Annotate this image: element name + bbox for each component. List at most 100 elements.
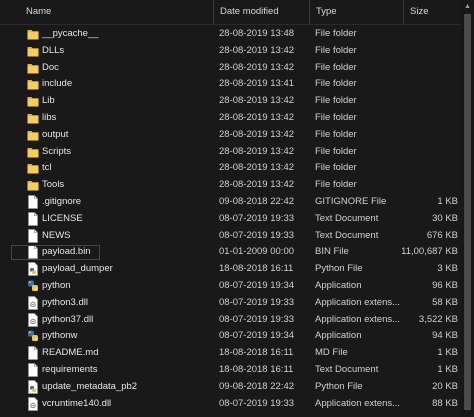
file-row[interactable]: README.md 18-08-2018 16:11 MD File 1 KB: [0, 345, 460, 361]
file-row[interactable]: output 28-08-2019 13:42 File folder: [0, 127, 460, 143]
file-name: Scripts: [42, 145, 72, 157]
file-size: 1 KB: [437, 196, 458, 207]
file-row[interactable]: update_metadata_pb2 09-08-2018 22:42 Pytho…: [0, 379, 460, 395]
scroll-up-arrow-icon[interactable]: ▲: [461, 2, 474, 12]
file-date-modified: 28-08-2019 13:42: [219, 179, 295, 191]
python-app-icon: [27, 329, 39, 343]
file-name: __pycache__: [42, 28, 99, 39]
file-date-modified: 28-08-2019 13:42: [219, 128, 295, 140]
file-name: Lib: [42, 95, 55, 107]
file-name: pythonw: [42, 330, 78, 342]
file-size: 3 KB: [437, 263, 458, 275]
file-type: File folder: [315, 95, 357, 107]
file-row[interactable]: pythonw 08-07-2019 19:34 Application 94 KB: [0, 328, 460, 344]
file-date-modified: 08-07-2019 19:34: [219, 330, 295, 342]
file-name: vcruntime140.dll: [42, 397, 112, 409]
file-name: Doc: [42, 61, 59, 73]
file-row[interactable]: requirements 18-08-2018 16:11 Text Documen…: [0, 362, 460, 378]
column-header-size[interactable]: Size: [404, 0, 458, 24]
file-row[interactable]: libs 28-08-2019 13:42 File folder: [0, 110, 460, 126]
file-row[interactable]: include 28-08-2019 13:41 File folder: [0, 76, 460, 92]
column-header: ⌃ Name Date modified Type Size: [0, 0, 474, 25]
file-date-modified: 18-08-2018 16:11: [219, 364, 294, 375]
column-header-date-modified[interactable]: Date modified: [214, 0, 310, 24]
file-name: tcl: [42, 162, 52, 174]
python-file-icon: [27, 262, 39, 277]
file-name: requirements: [42, 364, 98, 375]
file-name: .gitignore: [42, 196, 82, 207]
folder-icon: [27, 128, 39, 142]
file-date-modified: 28-08-2019 13:42: [219, 145, 295, 157]
document-icon: [27, 228, 39, 243]
scrollbar-thumb[interactable]: [464, 14, 471, 410]
file-size: 20 KB: [432, 380, 458, 392]
document-icon: [27, 346, 39, 361]
file-type: Python File: [315, 380, 363, 392]
file-type: File folder: [315, 179, 357, 191]
python-file-icon: [27, 379, 39, 394]
document-icon: [27, 245, 39, 260]
document-icon: [27, 195, 39, 209]
file-date-modified: 08-07-2019 19:33: [219, 397, 295, 409]
file-size: 3,522 KB: [418, 313, 458, 325]
file-row[interactable]: __pycache__ 28-08-2019 13:48 File folder: [0, 26, 460, 42]
column-header-name[interactable]: Name: [20, 0, 214, 24]
sort-up-icon: ⌃: [5, 0, 15, 2]
column-header-type[interactable]: Type: [310, 0, 404, 24]
document-icon: [27, 211, 39, 226]
file-date-modified: 01-01-2009 00:00: [219, 246, 295, 258]
file-type: Text Document: [315, 229, 379, 241]
file-row[interactable]: python 08-07-2019 19:34 Application 96 KB: [0, 278, 460, 294]
file-date-modified: 28-08-2019 13:42: [219, 112, 295, 123]
folder-icon: [27, 178, 39, 192]
file-type: File folder: [315, 128, 357, 140]
file-date-modified: 18-08-2018 16:11: [219, 347, 294, 359]
file-type: Application extens...: [315, 296, 401, 308]
file-row[interactable]: python3.dll 08-07-2019 19:33 Application e…: [0, 295, 460, 311]
file-date-modified: 28-08-2019 13:42: [219, 162, 295, 174]
file-name: LICENSE: [42, 212, 83, 224]
file-name: Tools: [42, 179, 65, 191]
file-date-modified: 08-07-2019 19:33: [219, 296, 295, 308]
file-row[interactable]: Lib 28-08-2019 13:42 File folder: [0, 93, 460, 109]
file-type: Python File: [315, 263, 363, 275]
file-type: BIN File: [315, 246, 349, 258]
file-name: DLLs: [42, 44, 65, 56]
file-name: payload.bin: [42, 246, 91, 258]
file-name: payload_dumper: [42, 263, 113, 275]
dll-icon: [27, 312, 39, 327]
file-type: Application extens...: [315, 313, 401, 325]
file-row[interactable]: Doc 28-08-2019 13:42 File folder: [0, 60, 460, 76]
file-size: 1 KB: [437, 347, 458, 359]
folder-icon: [27, 111, 39, 125]
file-row[interactable]: Scripts 28-08-2019 13:42 File folder: [0, 144, 460, 160]
file-type: GITIGNORE File: [315, 196, 387, 207]
file-row[interactable]: payload.bin 01-01-2009 00:00 BIN File 11,00…: [0, 244, 460, 260]
file-row[interactable]: DLLs 28-08-2019 13:42 File folder: [0, 43, 460, 59]
file-row[interactable]: .gitignore 09-08-2018 22:42 GITIGNORE File…: [0, 194, 460, 210]
file-type: MD File: [315, 347, 348, 359]
file-row[interactable]: Tools 28-08-2019 13:42 File folder: [0, 177, 460, 193]
file-type: Application: [315, 330, 362, 342]
dll-icon: [27, 295, 39, 310]
file-date-modified: 28-08-2019 13:42: [219, 61, 295, 73]
file-row[interactable]: python37.dll 08-07-2019 19:33 Application …: [0, 312, 460, 328]
file-date-modified: 08-07-2019 19:34: [219, 280, 295, 291]
folder-icon: [27, 161, 39, 175]
folder-icon: [27, 61, 39, 75]
file-row[interactable]: tcl 28-08-2019 13:42 File folder: [0, 160, 460, 176]
file-row[interactable]: payload_dumper 18-08-2018 16:11 Python Fil…: [0, 261, 460, 277]
file-name: NEWS: [42, 229, 71, 241]
file-date-modified: 18-08-2018 16:11: [219, 263, 294, 275]
folder-icon: [27, 27, 39, 41]
dll-icon: [27, 396, 39, 411]
file-row[interactable]: NEWS 08-07-2019 19:33 Text Document 676 KB: [0, 228, 460, 244]
file-row[interactable]: vcruntime140.dll 08-07-2019 19:33 Applicat…: [0, 396, 460, 412]
file-name: libs: [42, 112, 57, 123]
file-name: update_metadata_pb2: [42, 380, 138, 392]
file-size: 11,00,687 KB: [401, 246, 458, 258]
vertical-scrollbar[interactable]: ▲: [461, 0, 474, 416]
file-row[interactable]: LICENSE 08-07-2019 19:33 Text Document 30 K…: [0, 211, 460, 227]
file-name: output: [42, 128, 69, 140]
file-explorer: ⌃ Name Date modified Type Size __pycache…: [0, 0, 474, 416]
